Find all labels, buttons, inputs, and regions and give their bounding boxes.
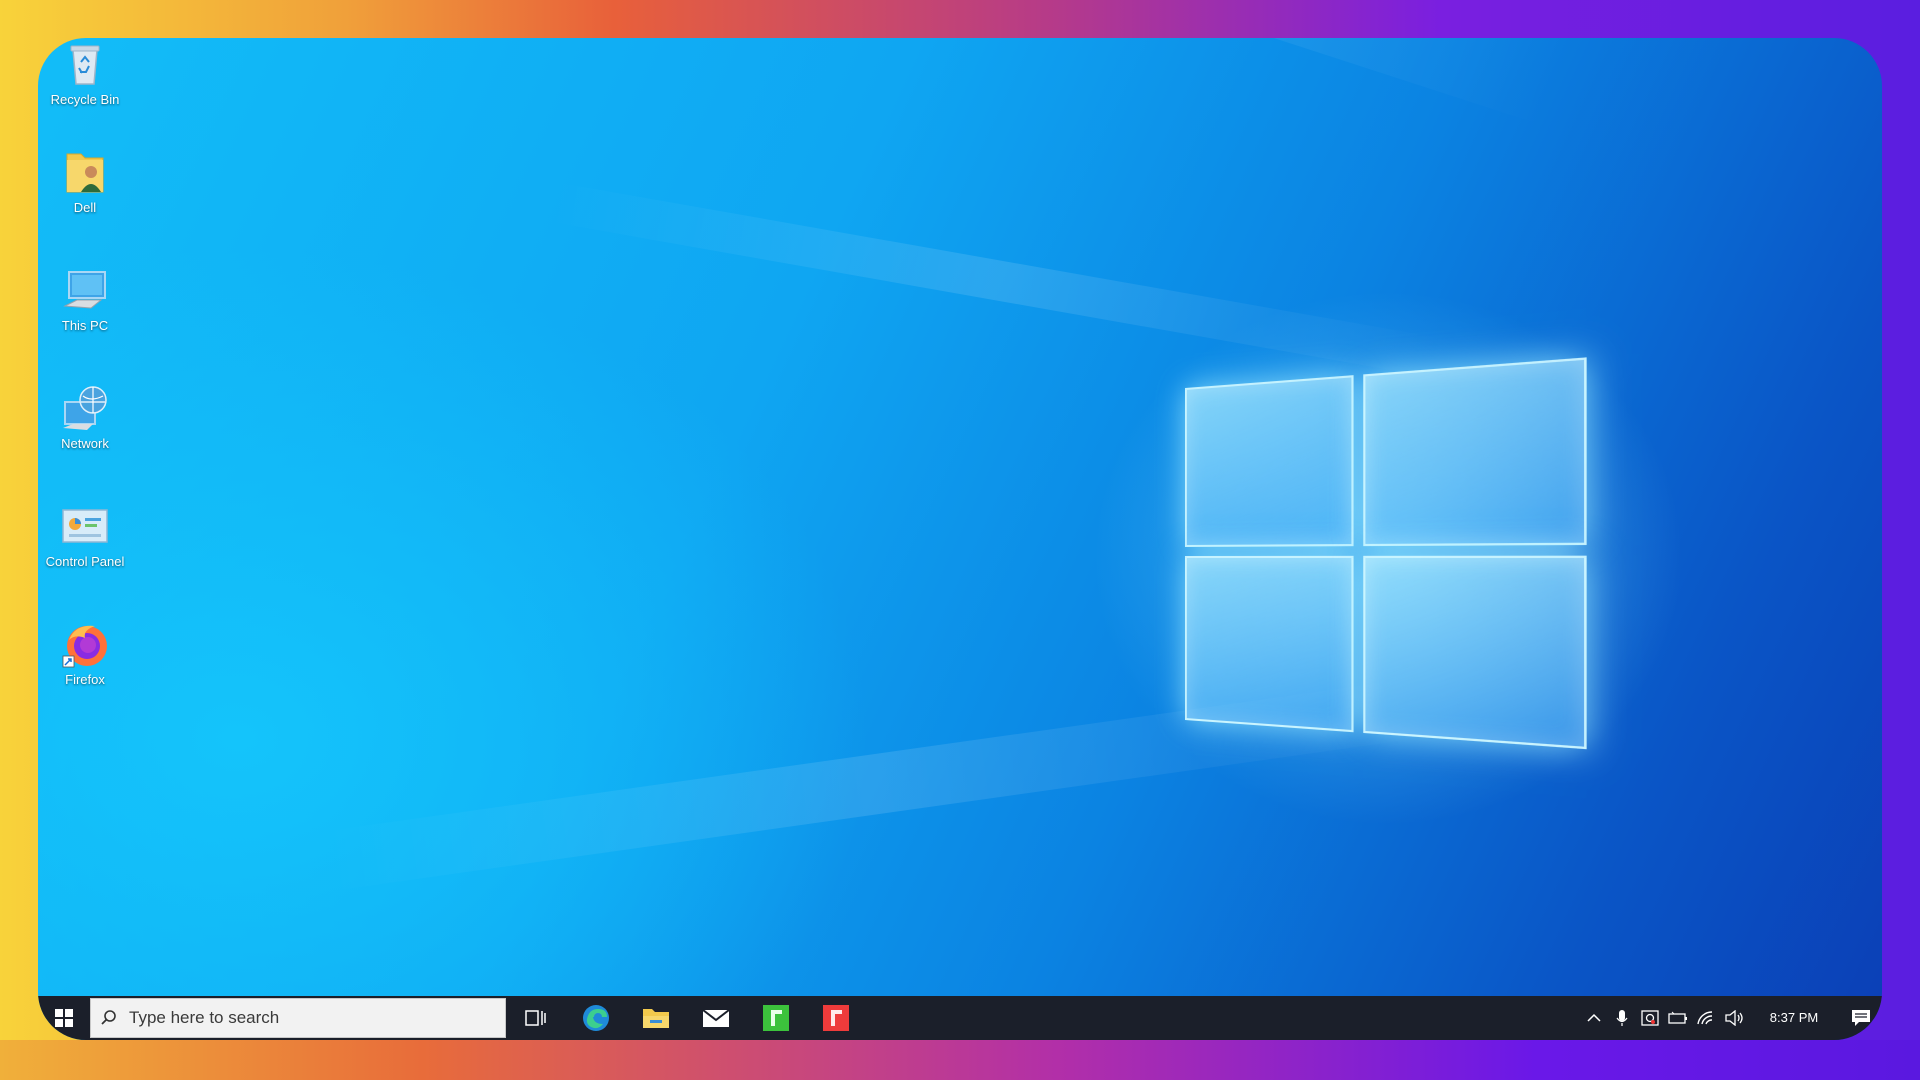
show-hidden-icons-chevron[interactable] (1580, 996, 1608, 1040)
windows-logo-pane (1185, 555, 1354, 733)
green-app-button[interactable] (746, 996, 806, 1040)
firefox-icon (61, 620, 109, 668)
task-view-button[interactable] (506, 996, 566, 1040)
windows-logo-wallpaper (1185, 356, 1604, 760)
task-view-icon (525, 1010, 546, 1026)
windows-logo-pane (1363, 357, 1587, 547)
desktop-icon-dell[interactable]: Dell (40, 148, 130, 216)
start-button[interactable] (38, 996, 90, 1040)
taskbar-clock[interactable]: 8:37 PM (1754, 1010, 1834, 1026)
wallpaper-light-beam (548, 182, 1442, 378)
action-center-icon (1852, 1010, 1870, 1026)
taskbar-search-box[interactable] (90, 998, 506, 1038)
battery-icon[interactable] (1664, 996, 1692, 1040)
action-center-button[interactable] (1840, 996, 1882, 1040)
desktop-icon-label: Dell (73, 200, 97, 215)
desktop-icon-label: Network (61, 436, 109, 451)
windows-logo-pane (1363, 555, 1587, 750)
search-input[interactable] (127, 1007, 491, 1029)
red-app-icon (823, 1005, 849, 1031)
edge-icon (583, 1005, 609, 1031)
system-tray: 8:37 PM (1580, 996, 1882, 1040)
network-icon (61, 384, 109, 432)
user-folder-icon (61, 148, 109, 196)
desktop-icon-label: Control Panel (45, 554, 125, 569)
control-panel-icon (61, 502, 109, 550)
file-explorer-icon (643, 1009, 669, 1028)
recycle-bin-icon (61, 40, 109, 88)
desktop-icon-label: Recycle Bin (50, 92, 120, 107)
desktop-screen: Recycle Bin Dell This PC Network Control… (38, 38, 1882, 1040)
desktop-icon-control-panel[interactable]: Control Panel (40, 502, 130, 570)
frame-border-glow (0, 1040, 1920, 1080)
mail-button[interactable] (686, 996, 746, 1040)
desktop-icon-this-pc[interactable]: This PC (40, 266, 130, 334)
computer-icon (61, 266, 109, 314)
red-app-button[interactable] (806, 996, 866, 1040)
edge-button[interactable] (566, 996, 626, 1040)
desktop-icon-label: This PC (61, 318, 109, 333)
search-icon (91, 1009, 127, 1027)
mail-icon (702, 1009, 730, 1027)
taskbar: 8:37 PM (38, 996, 1882, 1040)
windows-start-icon (55, 1009, 73, 1027)
defender-icon[interactable] (1636, 996, 1664, 1040)
desktop-icon-recycle-bin[interactable]: Recycle Bin (40, 40, 130, 108)
volume-icon[interactable] (1720, 996, 1748, 1040)
desktop-icon-firefox[interactable]: Firefox (40, 620, 130, 688)
windows-logo-pane (1185, 375, 1354, 547)
desktop-icon-network[interactable]: Network (40, 384, 130, 452)
desktop-icon-label: Firefox (65, 672, 105, 687)
green-app-icon (763, 1005, 789, 1031)
wallpaper-light-beam (402, 38, 1572, 126)
clock-time: 8:37 PM (1769, 1010, 1819, 1025)
file-explorer-button[interactable] (626, 996, 686, 1040)
wifi-icon[interactable] (1692, 996, 1720, 1040)
microphone-icon[interactable] (1608, 996, 1636, 1040)
